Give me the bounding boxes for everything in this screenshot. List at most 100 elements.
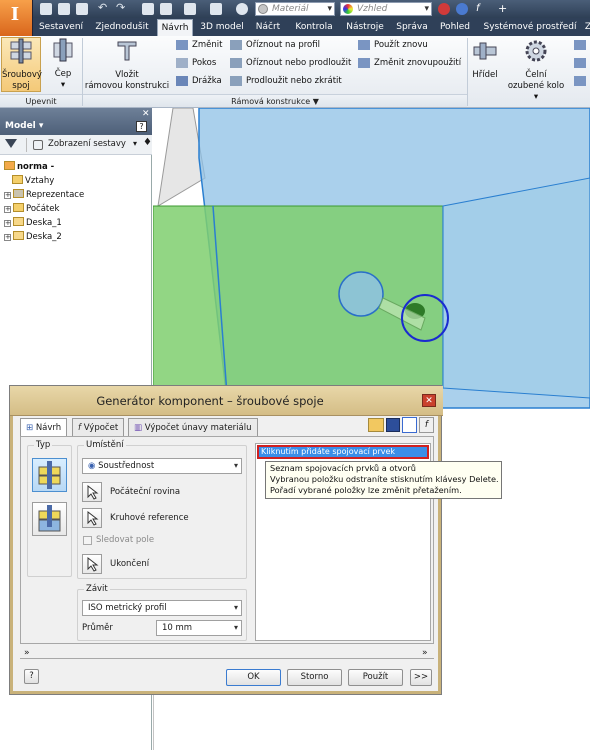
material-field[interactable]: Materiál ▾ <box>255 2 335 16</box>
tab-calculation[interactable]: f Výpočet <box>72 418 125 436</box>
expand-icon[interactable]: + <box>4 206 11 213</box>
groove-button[interactable]: Drážka <box>176 74 222 88</box>
print-icon[interactable] <box>184 3 196 15</box>
blind-type-button[interactable] <box>32 502 67 536</box>
hole-1[interactable] <box>338 271 384 317</box>
cancel-button[interactable]: Storno <box>287 669 342 686</box>
trim-extend-button[interactable]: Oříznout nebo prodloužit <box>230 56 351 70</box>
settings-icon[interactable] <box>402 417 417 433</box>
tree-root[interactable]: norma - <box>4 160 54 174</box>
update-icon[interactable] <box>236 3 248 15</box>
undo-icon[interactable]: ↶ <box>98 2 110 15</box>
placement-select[interactable]: ◉ Soustřednost ▾ <box>82 458 242 474</box>
change-reuse-button[interactable]: Změnit znovupoužití <box>358 56 461 70</box>
tree-item-plate-2[interactable]: + Deska_2 <box>4 230 62 244</box>
chevron-down-icon[interactable]: ▾ <box>133 139 137 148</box>
save-icon[interactable] <box>386 418 400 432</box>
tab-more[interactable]: Z <box>583 19 590 36</box>
chevron-down-icon: ▾ <box>233 603 238 612</box>
ribbon-extra-button-3[interactable] <box>574 74 590 88</box>
expand-icon[interactable]: + <box>4 192 11 199</box>
reuse-button[interactable]: Použít znovu <box>358 38 428 52</box>
spur-gear-button[interactable]: Čelní ozubené kolo ▾ <box>505 38 567 102</box>
tab-design[interactable]: Návrh <box>157 19 193 36</box>
clevis-pin-button[interactable]: Čep ▾ <box>46 37 80 92</box>
tree-item-representations[interactable]: + Reprezentace <box>4 188 84 202</box>
termination-button[interactable] <box>82 554 102 574</box>
dialog-titlebar[interactable]: Generátor komponent – šroubové spoje ✕ <box>10 386 443 416</box>
browser-title[interactable]: Model ▾ <box>5 121 43 131</box>
bolted-connection-button[interactable]: Šroubový spoj <box>1 37 42 92</box>
more-button[interactable]: >> <box>410 669 432 686</box>
tree-item-relationships[interactable]: Vztahy <box>12 174 54 188</box>
trim-to-profile-button[interactable]: Oříznout na profil <box>230 38 320 52</box>
circular-reference-label: Kruhové reference <box>110 513 189 523</box>
open-icon[interactable] <box>368 418 384 432</box>
diameter-label: Průměr <box>82 623 113 633</box>
search-icon[interactable]: ♦ <box>143 137 152 148</box>
ribbon-tabs: Sestavení Zjednodušit Návrh 3D model Náč… <box>33 18 590 36</box>
tab-tools[interactable]: Nástroje <box>343 19 387 36</box>
tab-environments[interactable]: Systémové prostředí <box>480 19 580 36</box>
start-plane-label: Počáteční rovina <box>110 487 181 497</box>
tab-3d-model[interactable]: 3D model <box>196 19 248 36</box>
dialog-close-button[interactable]: ✕ <box>422 394 436 407</box>
shaft-button[interactable]: Hřídel <box>469 38 501 92</box>
redo-icon[interactable]: ↷ <box>116 2 128 15</box>
start-plane-button[interactable] <box>82 482 102 502</box>
follow-pattern-checkbox[interactable] <box>83 536 92 545</box>
material-swatch-icon <box>258 4 268 14</box>
lengthen-shorten-button[interactable]: Prodloužit nebo zkrátit <box>230 74 342 88</box>
collapse-left-icon[interactable]: » <box>24 648 30 658</box>
select-icon[interactable] <box>210 3 222 15</box>
click-to-add-fastener[interactable]: Kliknutím přidáte spojovací prvek <box>257 445 429 459</box>
adjust-icon[interactable] <box>456 3 468 15</box>
save-icon[interactable] <box>76 3 88 15</box>
appearance-field[interactable]: Vzhled ▾ <box>340 2 432 16</box>
insert-frame-button[interactable]: Vložit rámovou konstrukci <box>84 38 170 92</box>
through-type-button[interactable] <box>32 458 67 492</box>
new-icon[interactable] <box>40 3 52 15</box>
tab-assemble[interactable]: Sestavení <box>37 19 85 36</box>
tab-design[interactable]: ⊞ Návrh <box>20 418 68 436</box>
assembly-view-dropdown[interactable]: Zobrazení sestavy <box>48 139 126 149</box>
browser-close-icon[interactable]: ✕ <box>142 109 150 119</box>
filter-icon[interactable] <box>5 139 17 148</box>
thread-select[interactable]: ISO metrický profil ▾ <box>82 600 242 616</box>
application-menu-button[interactable]: I <box>0 0 33 36</box>
extra-tool-icon <box>574 58 586 68</box>
diameter-select[interactable]: 10 mm ▾ <box>156 620 242 636</box>
properties-icon[interactable] <box>160 3 172 15</box>
fx-calc-icon[interactable]: f <box>419 417 434 433</box>
tab-sketch[interactable]: Náčrt <box>251 19 285 36</box>
expand-icon[interactable]: + <box>4 234 11 241</box>
ribbon-extra-button-2[interactable] <box>574 56 590 70</box>
tree-item-origin[interactable]: + Počátek <box>4 202 59 216</box>
tab-simplify[interactable]: Zjednodušit <box>91 19 153 36</box>
clear-override-icon[interactable] <box>438 3 450 15</box>
notch-button[interactable]: Pokos <box>176 56 216 70</box>
home-icon[interactable] <box>142 3 154 15</box>
tab-fatigue[interactable]: ▥ Výpočet únavy materiálu <box>128 418 258 436</box>
expand-icon[interactable]: + <box>4 220 11 227</box>
tab-manage[interactable]: Správa <box>392 19 432 36</box>
tab-inspect[interactable]: Kontrola <box>291 19 337 36</box>
design-icon: ⊞ <box>26 423 36 433</box>
ribbon-extra-button-1[interactable] <box>574 38 590 52</box>
tab-view[interactable]: Pohled <box>436 19 474 36</box>
group-frame-label[interactable]: Rámová konstrukce ▼ <box>83 94 467 107</box>
circular-reference-button[interactable] <box>82 508 102 528</box>
apply-button[interactable]: Použít <box>348 669 403 686</box>
collapse-right-icon[interactable]: » <box>422 648 428 658</box>
ribbon-separator <box>467 38 468 106</box>
help-button[interactable]: ? <box>24 669 39 684</box>
open-icon[interactable] <box>58 3 70 15</box>
tree-item-plate-1[interactable]: + Deska_1 <box>4 216 62 230</box>
add-icon[interactable]: + <box>498 3 510 15</box>
ok-button[interactable]: OK <box>226 669 281 686</box>
fx-icon[interactable]: f <box>476 3 488 15</box>
browser-help-icon[interactable]: ? <box>136 121 147 132</box>
part-icon <box>13 231 24 240</box>
assembly-icon <box>4 161 15 170</box>
change-frame-button[interactable]: Změnit <box>176 38 222 52</box>
